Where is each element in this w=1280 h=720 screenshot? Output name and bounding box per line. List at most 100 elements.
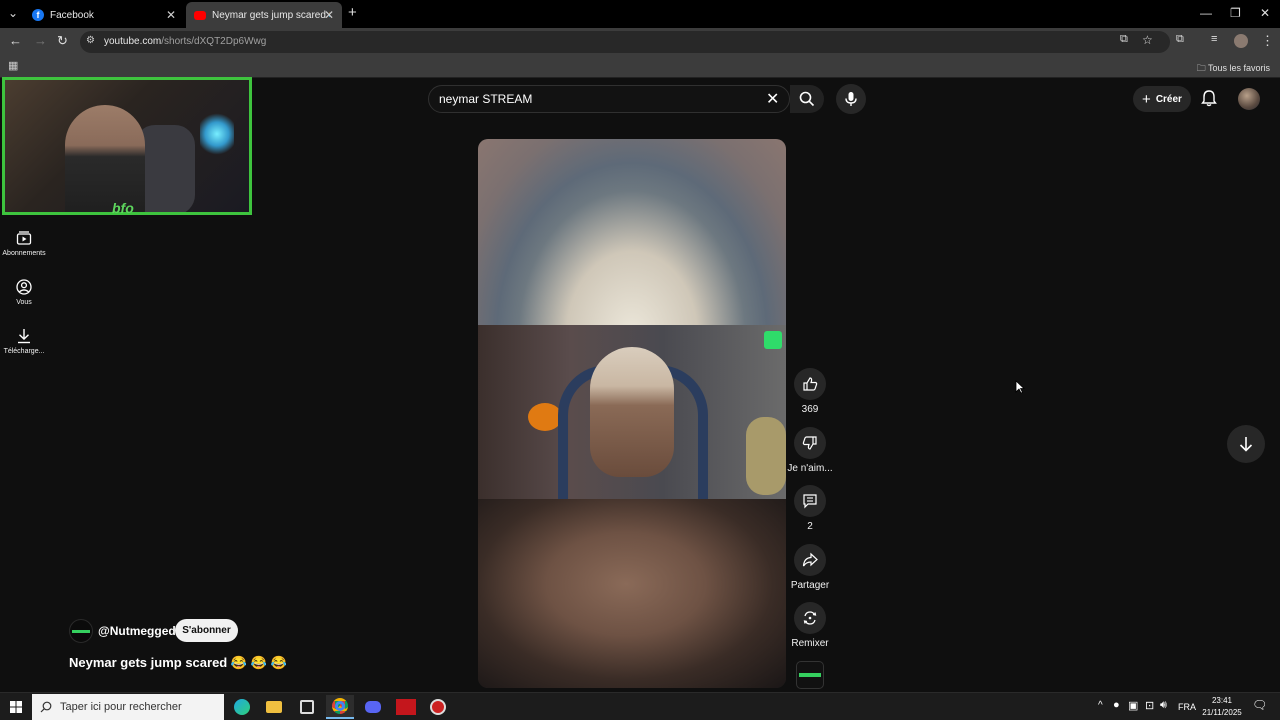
create-label: Créer [1155,93,1182,105]
guide-item-downloads[interactable]: Télécharge... [0,328,48,355]
media-control-icon[interactable]: ≡ [1211,33,1217,45]
close-icon[interactable]: ✕ [324,8,334,22]
like-count: 369 [801,404,819,415]
taskbar-clock[interactable]: 23:41 21/11/2025 [1200,695,1244,719]
folder-label: Tous les favoris [1207,63,1270,73]
store-icon [300,700,314,714]
install-app-icon[interactable]: ⧉ [1120,33,1128,46]
volume-icon[interactable]: 🔊︎ [1160,699,1167,712]
windows-icon [10,701,22,713]
account-avatar[interactable] [1238,88,1260,110]
dislike-button[interactable]: Je n'aim... [787,427,833,474]
channel-handle[interactable]: @Nutmeggedd [98,624,183,638]
url-text[interactable]: youtube.com/shorts/dXQT2Dp6Wwg [104,36,266,47]
voice-search-button[interactable] [836,84,866,114]
guide-label: Vous [16,299,32,306]
download-icon [18,329,30,344]
short-video-player[interactable] [478,139,786,688]
thumbs-up-icon [803,377,818,391]
remix-label: Remixer [791,638,829,649]
microphone-tray-icon[interactable]: ● [1113,699,1120,711]
search-icon [40,701,52,713]
guide-item-subscriptions[interactable]: Abonnements [0,230,48,257]
folder-icon: 🗀 [1196,63,1206,73]
comment-icon [803,494,817,509]
back-icon[interactable]: ← [9,33,22,48]
network-icon[interactable]: ⊡ [1145,699,1154,712]
new-tab-icon[interactable]: + [348,4,357,21]
tab-facebook[interactable]: f Facebook ✕ [24,2,184,28]
like-button[interactable]: 369 [792,368,828,415]
notification-center-icon[interactable]: 🗨︎ [1252,698,1267,712]
short-title: Neymar gets jump scared 😂 😂 😂 [69,655,287,670]
all-bookmarks-folder[interactable]: 🗀 Tous les favoris [1197,61,1270,77]
share-button[interactable]: Partager [790,544,830,591]
next-short-button[interactable] [1227,425,1265,463]
thumbs-down-icon [802,436,817,450]
guide-item-you[interactable]: Vous [0,279,48,306]
bookmarks-bar: ▦ [0,56,1280,78]
close-window-icon[interactable]: ✕ [1260,6,1270,20]
youtube-icon [194,10,206,20]
share-icon [802,552,818,567]
edge-icon [234,699,250,715]
webcam-logo: bfo [112,200,134,216]
extensions-icon[interactable]: ⧉ [1176,33,1184,46]
subscribe-button[interactable]: S'abonner [175,619,238,642]
taskbar-search[interactable]: Taper ici pour rechercher [32,694,224,720]
discord-app[interactable] [359,695,387,719]
comments-button[interactable]: 2 [792,485,828,532]
notifications-button[interactable] [1200,89,1218,112]
language-indicator[interactable]: FRA [1178,702,1196,712]
close-icon[interactable]: ✕ [166,8,176,22]
pumpkin-decoration [528,403,562,431]
stream-app[interactable] [392,695,420,719]
remix-button[interactable]: Remixer [791,602,829,649]
bookmark-star-icon[interactable]: ☆ [1142,33,1153,47]
obs-app[interactable] [424,695,452,719]
share-label: Partager [790,580,830,591]
forward-icon[interactable]: → [34,33,47,48]
reload-icon[interactable]: ↻ [57,33,68,49]
chrome-app[interactable] [326,695,354,719]
tab-label: Neymar gets jump scared 😂 🔊 [212,9,330,21]
apps-grid-icon[interactable]: ▦ [8,59,18,72]
channel-thumbnail[interactable] [796,661,824,689]
start-button[interactable] [2,695,30,719]
mask-decoration [746,417,786,495]
streamer-face [590,347,674,477]
mouse-cursor-icon [1015,380,1026,399]
tab-search-icon[interactable]: ⌄ [8,6,18,20]
minimize-icon[interactable]: — [1200,6,1212,20]
edge-app[interactable] [228,695,256,719]
profile-avatar[interactable] [1234,34,1248,48]
url-path: /shorts/dXQT2Dp6Wwg [161,36,267,47]
tab-label: Facebook [50,9,94,21]
channel-avatar[interactable] [69,619,93,643]
explorer-app[interactable] [260,695,288,719]
store-app[interactable] [293,695,321,719]
site-info-icon[interactable]: ⚙ [86,35,95,46]
meet-now-icon[interactable]: ▣ [1128,699,1138,712]
comment-count: 2 [807,521,813,532]
search-query[interactable]: neymar STREAM [439,92,532,106]
plus-icon: + [1142,90,1151,108]
guide-label: Abonnements [2,250,46,257]
tray-chevron-icon[interactable]: ^ [1098,700,1103,711]
remix-icon [803,611,817,625]
clear-search-icon[interactable]: ✕ [766,89,779,109]
you-icon [16,279,32,295]
clock-date: 21/11/2025 [1202,708,1242,717]
subscriptions-icon [16,231,32,245]
stream-app-icon [396,699,416,715]
streamer-webcam-overlay [2,77,252,215]
chrome-icon [332,698,348,714]
menu-icon[interactable]: ⋮ [1261,33,1274,49]
tab-youtube[interactable]: Neymar gets jump scared 😂 🔊 ✕ [186,2,342,28]
kick-logo [764,331,782,349]
search-button[interactable] [790,85,824,113]
search-icon [799,91,815,107]
create-button[interactable]: + Créer [1133,86,1191,112]
tab-strip: ⌄ f Facebook ✕ Neymar gets jump scared 😂… [0,0,1280,28]
restore-icon[interactable]: ❐ [1230,6,1241,20]
